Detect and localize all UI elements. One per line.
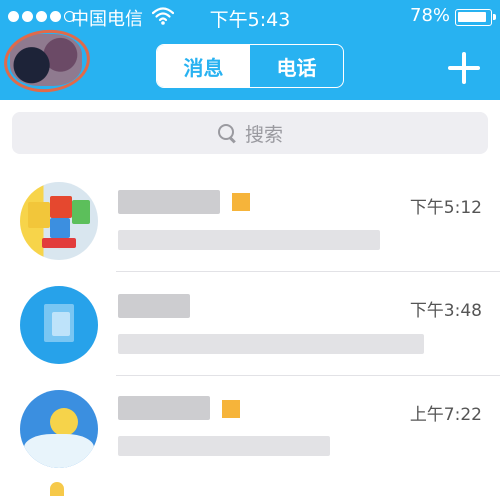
contact-name-blurred bbox=[118, 190, 220, 214]
contact-avatar[interactable] bbox=[20, 182, 98, 260]
add-icon[interactable] bbox=[448, 52, 480, 84]
message-preview-blurred bbox=[118, 334, 424, 354]
chat-row[interactable]: 上午7:22 bbox=[0, 376, 500, 480]
chat-row[interactable]: 下午3:48 bbox=[0, 272, 500, 376]
search-area: 搜索 bbox=[0, 100, 500, 168]
vip-badge-icon bbox=[222, 400, 240, 418]
search-bar[interactable]: 搜索 bbox=[12, 112, 488, 154]
status-bar: 中国电信 下午5:43 78% bbox=[0, 0, 500, 34]
contact-name-blurred bbox=[118, 396, 210, 420]
chat-time: 下午3:48 bbox=[409, 301, 482, 321]
chat-row-partial bbox=[0, 472, 500, 500]
chat-row[interactable]: 下午5:12 bbox=[0, 168, 500, 272]
search-icon bbox=[217, 123, 237, 143]
contact-avatar[interactable] bbox=[20, 286, 98, 364]
tab-messages[interactable]: 消息 bbox=[157, 45, 250, 87]
battery-icon bbox=[455, 9, 496, 26]
chat-time: 下午5:12 bbox=[409, 198, 482, 218]
segmented-control: 消息 电话 bbox=[156, 44, 344, 88]
tab-calls[interactable]: 电话 bbox=[250, 45, 343, 87]
vip-badge-icon bbox=[232, 193, 250, 211]
contact-avatar[interactable] bbox=[20, 390, 98, 468]
message-preview-blurred bbox=[118, 230, 380, 250]
header-bar: 中国电信 下午5:43 78% 消息 电话 bbox=[0, 0, 500, 100]
search-placeholder: 搜索 bbox=[244, 123, 283, 146]
message-preview-blurred bbox=[118, 436, 330, 456]
chat-time: 上午7:22 bbox=[409, 405, 482, 425]
partial-avatar-icon bbox=[50, 482, 64, 496]
contact-name-blurred bbox=[118, 294, 190, 318]
battery-percentage: 78% bbox=[410, 5, 451, 26]
annotation-circle bbox=[0, 25, 94, 97]
